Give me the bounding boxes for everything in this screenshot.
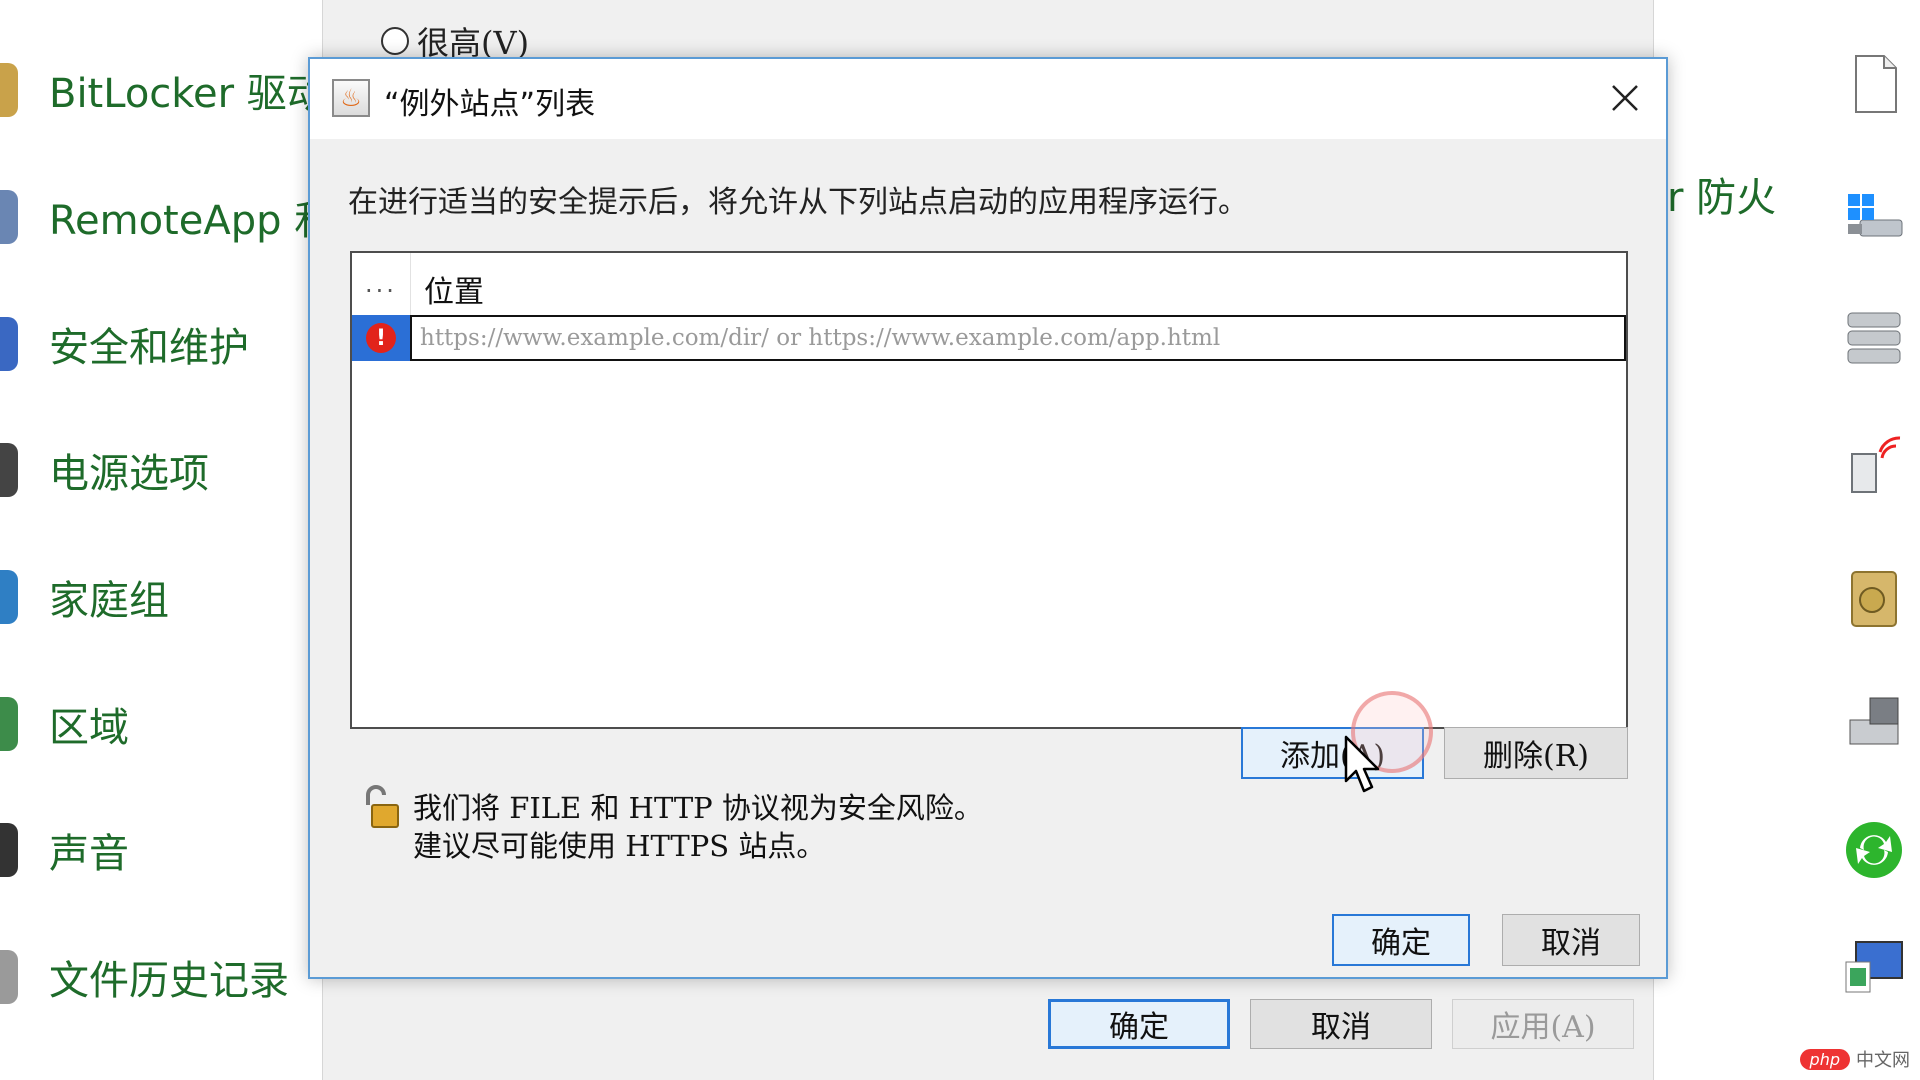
cp-item-label: 文件历史记录 bbox=[49, 958, 289, 1004]
watermark: php 中文网 bbox=[1799, 1046, 1910, 1072]
column-header-status: ... bbox=[352, 253, 411, 315]
security-note-line2: 建议尽可能使用 HTTPS 站点。 bbox=[413, 829, 826, 863]
cp-item-security-maintenance[interactable]: 安全和维护 bbox=[0, 304, 249, 384]
cp-item-file-history[interactable]: 文件历史记录 bbox=[0, 937, 289, 1017]
row-status-cell: ! bbox=[352, 315, 410, 361]
power-icon bbox=[0, 443, 18, 497]
bitlocker-icon bbox=[0, 63, 18, 117]
warning-icon: ! bbox=[366, 323, 396, 353]
security-note-line1: 我们将 FILE 和 HTTP 协议视为安全风险。 bbox=[413, 791, 983, 825]
display-personalization-icon[interactable] bbox=[1842, 936, 1906, 1000]
radio-circle-icon bbox=[381, 27, 409, 55]
cp-item-homegroup[interactable]: 家庭组 bbox=[0, 557, 169, 637]
safe-vault-icon[interactable] bbox=[1842, 566, 1906, 630]
java-icon: ♨ bbox=[332, 79, 370, 117]
cancel-button[interactable]: 取消 bbox=[1502, 914, 1640, 966]
remoteapp-icon bbox=[0, 190, 18, 244]
cp-item-firewall-partial[interactable]: r 防火 bbox=[1667, 165, 1776, 223]
device-printer-icon[interactable] bbox=[1842, 690, 1906, 754]
cp-item-label: 声音 bbox=[49, 831, 129, 877]
homegroup-icon bbox=[0, 570, 18, 624]
site-list-table[interactable]: ... 位置 ! bbox=[350, 251, 1628, 729]
table-row[interactable]: ! bbox=[352, 315, 1626, 361]
exception-site-list-dialog: ♨ “例外站点”列表 在进行适当的安全提示后，将允许从下列站点启动的应用程序运行… bbox=[308, 57, 1668, 979]
column-header-location: 位置 bbox=[424, 275, 484, 310]
unlocked-padlock-icon bbox=[366, 785, 399, 828]
underlying-cancel-button[interactable]: 取消 bbox=[1250, 999, 1432, 1049]
underlying-apply-button[interactable]: 应用(A) bbox=[1452, 999, 1634, 1049]
cp-item-label: BitLocker 驱动 bbox=[49, 71, 327, 117]
cp-item-label: 电源选项 bbox=[49, 451, 209, 497]
clock-icon bbox=[0, 950, 18, 1004]
cp-item-label: 家庭组 bbox=[49, 578, 169, 624]
dialog-description: 在进行适当的安全提示后，将允许从下列站点启动的应用程序运行。 bbox=[348, 185, 1248, 220]
cp-item-power-options[interactable]: 电源选项 bbox=[0, 430, 209, 510]
speaker-icon bbox=[0, 823, 18, 877]
underlying-ok-button[interactable]: 确定 bbox=[1048, 999, 1230, 1049]
ok-button[interactable]: 确定 bbox=[1332, 914, 1470, 966]
blank-document-icon[interactable] bbox=[1842, 52, 1906, 116]
dialog-title: “例外站点”列表 bbox=[384, 87, 596, 122]
network-sharing-icon[interactable] bbox=[1842, 432, 1906, 496]
globe-icon bbox=[0, 697, 18, 751]
cp-item-remoteapp[interactable]: RemoteApp 和 bbox=[0, 177, 334, 257]
storage-spaces-icon[interactable] bbox=[1842, 305, 1906, 369]
cp-item-region[interactable]: 区域 bbox=[0, 684, 129, 764]
dialog-titlebar: ♨ “例外站点”列表 bbox=[310, 59, 1666, 139]
location-input[interactable] bbox=[410, 315, 1626, 361]
cp-item-sound[interactable]: 声音 bbox=[0, 810, 129, 890]
cp-item-label: RemoteApp 和 bbox=[49, 198, 335, 244]
add-button[interactable]: 添加(A) bbox=[1241, 727, 1424, 779]
flag-icon bbox=[0, 317, 18, 371]
windows-to-go-icon[interactable] bbox=[1842, 190, 1906, 254]
cp-item-label: 安全和维护 bbox=[49, 325, 249, 371]
remove-button[interactable]: 删除(R) bbox=[1444, 727, 1628, 779]
watermark-badge: php bbox=[1799, 1048, 1850, 1070]
cp-item-bitlocker[interactable]: BitLocker 驱动 bbox=[0, 50, 327, 130]
close-icon bbox=[1612, 85, 1638, 111]
close-button[interactable] bbox=[1596, 69, 1654, 127]
table-header: ... 位置 bbox=[352, 253, 1626, 316]
sync-center-icon[interactable] bbox=[1842, 818, 1906, 882]
cp-item-label: 区域 bbox=[49, 705, 129, 751]
watermark-text: 中文网 bbox=[1856, 1050, 1910, 1071]
